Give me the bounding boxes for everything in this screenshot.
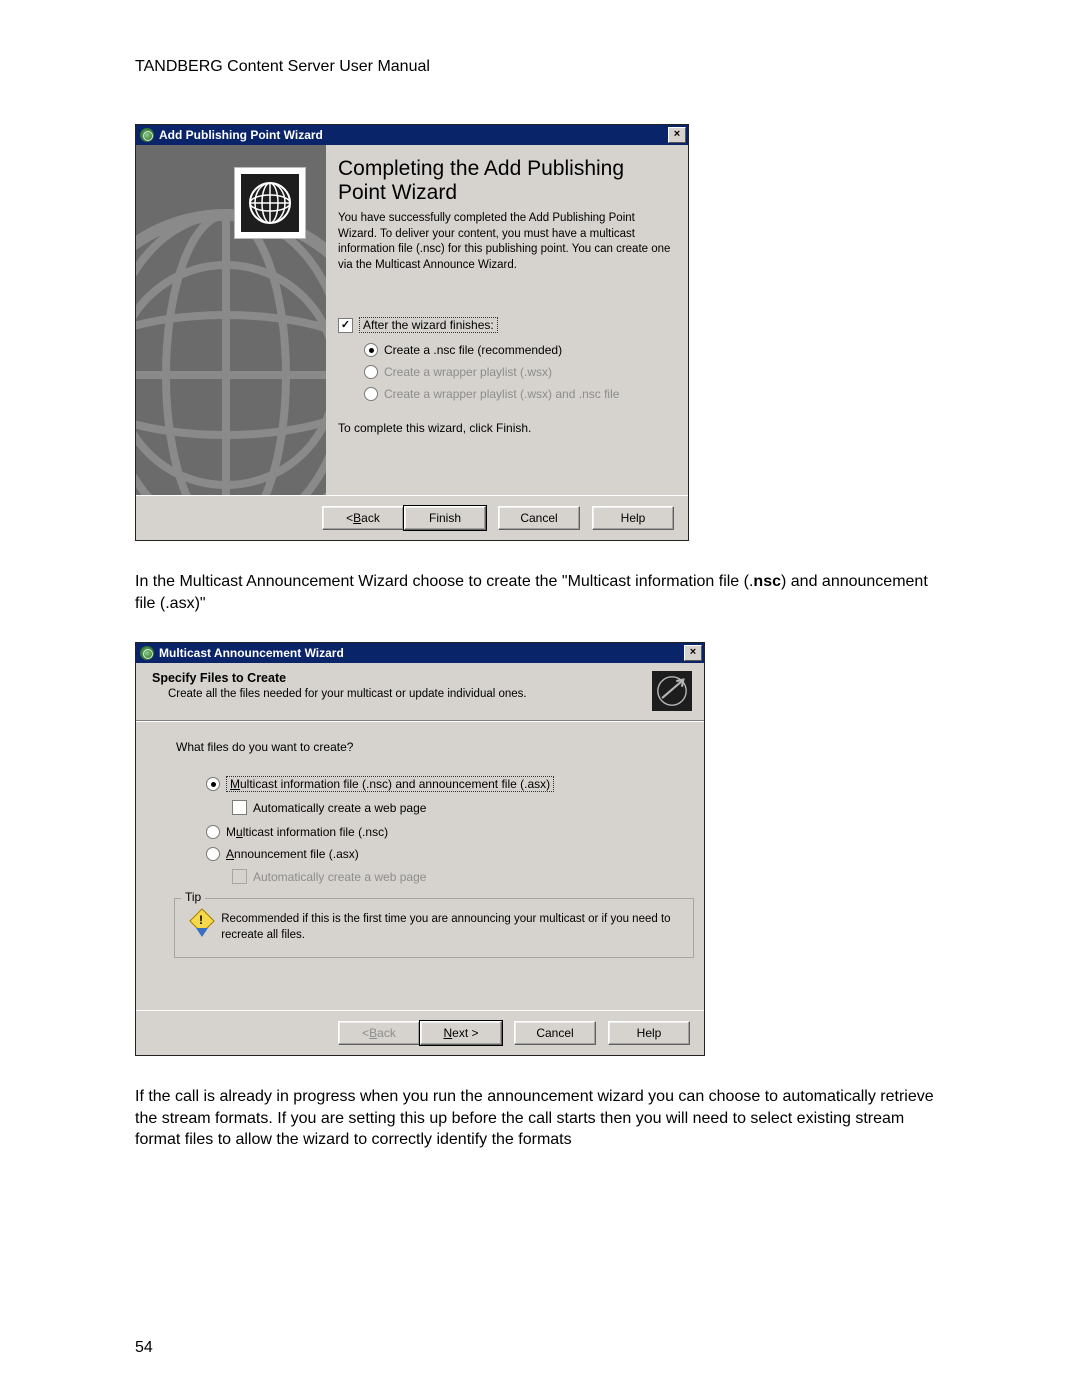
help-button[interactable]: Help [608,1021,690,1045]
back-underline: B [369,1026,377,1040]
radio-icon[interactable] [206,847,220,861]
tip-text: Recommended if this is the first time yo… [221,912,679,943]
back-prefix: < [362,1026,369,1040]
checkbox-icon[interactable] [232,800,247,815]
after-finish-checkbox[interactable] [338,318,353,333]
option-create-wsx[interactable]: Create a wrapper playlist (.wsx) [364,365,674,379]
close-icon[interactable]: × [668,127,686,143]
radio-icon[interactable] [364,387,378,401]
doc-header: TANDBERG Content Server User Manual [135,58,950,76]
wizard-button-bar: < Back Finish Cancel Help [136,495,688,540]
radio-label: Create a .nsc file (recommended) [384,343,562,357]
wizard-step-subtitle: Create all the files needed for your mul… [168,688,644,700]
app-icon [140,128,154,142]
option-nsc-only[interactable]: Multicast information file (.nsc)Multica… [206,825,680,839]
auto-create-webpage-1[interactable]: Automatically create a web page [232,800,680,815]
wizard-body: Specify Files to Create Create all the f… [136,663,704,1055]
radio-label: Announcement file (.asx)Announcement fil… [226,847,359,861]
para1-pre: In the Multicast Announcement Wizard cho… [135,573,753,590]
page-number: 54 [135,1339,153,1357]
after-finish-label: After the wizard finishes: [359,317,498,333]
wizard-button-bar: < Back Next > Cancel Help [136,1010,704,1055]
globe-arrow-icon [655,674,689,708]
window-titlebar[interactable]: Multicast Announcement Wizard × [136,643,704,663]
finish-hint: To complete this wizard, click Finish. [338,421,674,435]
document-page: TANDBERG Content Server User Manual Add … [0,0,1080,1397]
cancel-button[interactable]: Cancel [514,1021,596,1045]
radio-label: MMulticast information file (.nsc) and a… [226,776,554,792]
wizard-body: Completing the Add Publishing Point Wiza… [136,145,688,495]
tip-groupbox: Tip ! Recommended if this is the first t… [174,898,694,958]
wizard-header-pane: Specify Files to Create Create all the f… [136,663,704,722]
wizard-heading: Completing the Add Publishing Point Wiza… [338,157,674,205]
next-button[interactable]: Next > [420,1021,502,1045]
auto-create-webpage-2: Automatically create a web page [232,869,680,884]
multicast-announcement-wizard-window: Multicast Announcement Wizard × Specify … [135,642,705,1056]
para1-bold: nsc [753,573,781,590]
wizard-step-title: Specify Files to Create [152,671,644,685]
wizard-header-icon [652,671,692,711]
back-underline: B [353,511,361,525]
window-title: Add Publishing Point Wizard [159,128,668,142]
back-button: < Back [338,1021,420,1045]
option-create-wsx-and-nsc[interactable]: Create a wrapper playlist (.wsx) and .ns… [364,387,674,401]
back-suffix: ack [377,1026,396,1040]
option-create-nsc[interactable]: Create a .nsc file (recommended) [364,343,674,357]
wizard-description: You have successfully completed the Add … [338,211,674,273]
app-icon [140,646,154,660]
back-prefix: < [346,511,353,525]
radio-label: Create a wrapper playlist (.wsx) and .ns… [384,387,619,401]
close-icon[interactable]: × [684,645,702,661]
wizard-side-graphic [136,145,326,495]
window-title: Multicast Announcement Wizard [159,646,684,660]
back-button[interactable]: < Back [322,506,404,530]
help-button[interactable]: Help [592,506,674,530]
file-options: MMulticast information file (.nsc) and a… [206,776,680,884]
after-finish-checkbox-row[interactable]: After the wizard finishes: [338,317,674,333]
radio-icon[interactable] [364,365,378,379]
wizard-content: Completing the Add Publishing Point Wiza… [326,145,688,495]
cancel-button[interactable]: Cancel [498,506,580,530]
option-asx-only[interactable]: Announcement file (.asx)Announcement fil… [206,847,680,861]
globe-icon [136,205,326,495]
window-titlebar[interactable]: Add Publishing Point Wizard × [136,125,688,145]
option-nsc-and-asx[interactable]: MMulticast information file (.nsc) and a… [206,776,680,792]
checkbox-label: Automatically create a web page [253,870,426,884]
radio-icon[interactable] [206,777,220,791]
back-suffix: ack [361,511,380,525]
question-label: What files do you want to create? [176,740,680,754]
finish-button[interactable]: Finish [404,506,486,530]
globe-thumbnail-icon [246,179,294,227]
wizard-thumbnail [234,167,306,239]
radio-label: Multicast information file (.nsc)Multica… [226,825,388,839]
wizard-content: What files do you want to create? MMulti… [136,722,704,1010]
checkbox-label: Automatically create a web page [253,801,426,815]
tip-legend: Tip [181,890,205,904]
radio-icon[interactable] [206,825,220,839]
checkbox-icon [232,869,247,884]
doc-paragraph-2: If the call is already in progress when … [135,1086,950,1151]
after-finish-options: Create a .nsc file (recommended) Create … [364,343,674,401]
radio-icon[interactable] [364,343,378,357]
doc-paragraph-1: In the Multicast Announcement Wizard cho… [135,571,950,614]
add-publishing-point-wizard-window: Add Publishing Point Wizard × [135,124,689,541]
next-suffix: ext > [452,1026,478,1040]
radio-label: Create a wrapper playlist (.wsx) [384,365,552,379]
next-underline: N [443,1026,452,1040]
tip-icon: ! [189,912,211,938]
